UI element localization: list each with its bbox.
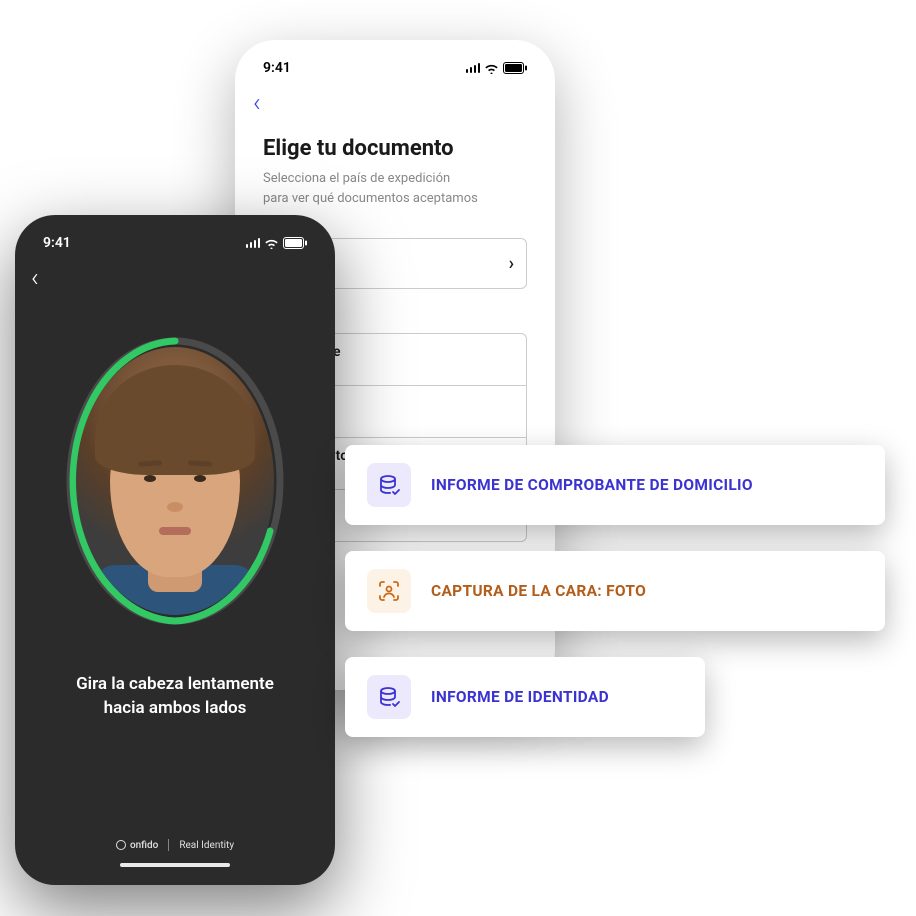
card-proof-of-address[interactable]: INFORME DE COMPROBANTE DE DOMICILIO (345, 445, 885, 525)
brand-logo-icon (116, 840, 126, 850)
status-bar: 9:41 (235, 52, 555, 80)
chevron-right-icon: › (509, 253, 514, 274)
back-button[interactable]: ‹ (31, 263, 39, 293)
brand-name: onfido (130, 840, 158, 851)
db-check-icon (367, 675, 411, 719)
face-scan-area: Gira la cabeza lentamente hacia ambos la… (15, 301, 335, 721)
battery-icon (503, 62, 527, 74)
brand-footer: onfido Real Identity (116, 839, 234, 851)
face-preview (76, 347, 274, 615)
db-check-icon (367, 463, 411, 507)
separator (168, 839, 169, 851)
page-subtitle: Selecciona el país de expedición para ve… (263, 169, 527, 208)
brand-logo: onfido (116, 840, 158, 851)
status-icons (246, 237, 308, 249)
status-time: 9:41 (263, 60, 291, 76)
wifi-icon (264, 238, 279, 249)
face-oval-frame (60, 331, 290, 631)
signal-icon (246, 238, 261, 248)
scan-instruction: Gira la cabeza lentamente hacia ambos la… (46, 673, 304, 721)
brand-tag: Real Identity (179, 840, 234, 851)
card-identity-report[interactable]: INFORME DE IDENTIDAD (345, 657, 705, 737)
signal-icon (466, 63, 481, 73)
status-bar: 9:41 (15, 227, 335, 255)
page-title: Elige tu documento (263, 136, 527, 161)
card-label: INFORME DE COMPROBANTE DE DOMICILIO (431, 476, 753, 494)
status-time: 9:41 (43, 235, 71, 251)
phone-face-scan: 9:41 ‹ (15, 215, 335, 885)
wifi-icon (484, 63, 499, 74)
nav-bar: ‹ (235, 80, 555, 126)
face-scan-icon (367, 569, 411, 613)
home-indicator[interactable] (120, 863, 230, 867)
phone-footer: onfido Real Identity (15, 839, 335, 867)
status-icons (466, 62, 528, 74)
back-button[interactable]: ‹ (253, 88, 261, 118)
battery-icon (283, 237, 307, 249)
card-face-capture[interactable]: CAPTURA DE LA CARA: FOTO (345, 551, 885, 631)
feature-cards: INFORME DE COMPROBANTE DE DOMICILIO CAPT… (345, 445, 885, 737)
card-label: INFORME DE IDENTIDAD (431, 688, 609, 706)
card-label: CAPTURA DE LA CARA: FOTO (431, 582, 646, 600)
nav-bar: ‹ (15, 255, 335, 301)
